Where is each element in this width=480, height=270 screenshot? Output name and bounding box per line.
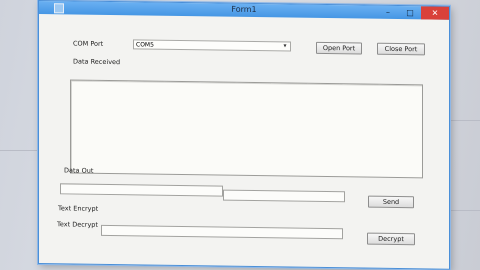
text-decrypt-input[interactable] — [101, 224, 343, 240]
chevron-down-icon[interactable]: ▾ — [280, 42, 290, 50]
form-window: Form1 – □ ✕ COM Port COM5 ▾ Open Port Cl… — [38, 0, 450, 270]
minimize-icon[interactable]: – — [377, 6, 399, 19]
data-out-label: Data Out — [64, 166, 94, 175]
com-port-select[interactable]: COM5 ▾ — [133, 39, 291, 52]
data-out-input-left[interactable] — [60, 183, 223, 197]
close-icon[interactable]: ✕ — [421, 6, 449, 20]
text-encrypt-label: Text Encrypt — [58, 204, 99, 213]
decrypt-button[interactable]: Decrypt — [367, 232, 415, 246]
background-decoration — [0, 150, 40, 151]
data-out-input-right[interactable] — [223, 189, 345, 203]
title-bar[interactable]: Form1 – □ ✕ — [39, 1, 449, 20]
com-port-value: COM5 — [136, 41, 154, 49]
background-decoration — [448, 120, 480, 121]
text-decrypt-label: Text Decrypt — [57, 220, 98, 229]
background-decoration — [448, 210, 480, 211]
close-port-button[interactable]: Close Port — [377, 42, 425, 56]
com-port-label: COM Port — [73, 39, 104, 48]
send-button[interactable]: Send — [368, 195, 414, 209]
open-port-button[interactable]: Open Port — [316, 41, 362, 55]
maximize-icon[interactable]: □ — [399, 6, 421, 19]
data-received-textarea[interactable] — [70, 79, 423, 179]
data-received-label: Data Received — [73, 57, 121, 67]
